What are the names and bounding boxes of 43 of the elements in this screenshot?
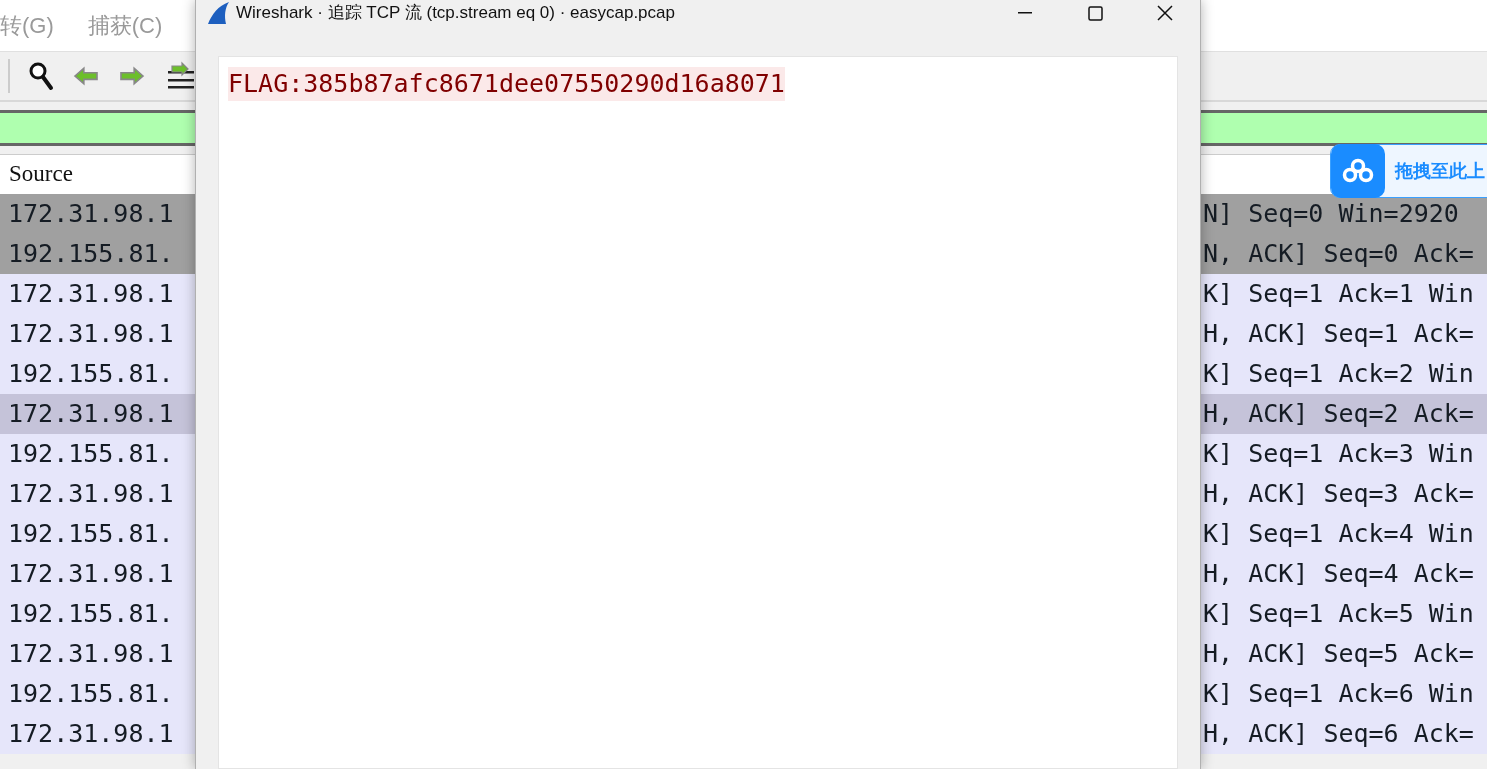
source-cell-text: 172.31.98.1 — [7, 318, 175, 351]
source-cell-text: 172.31.98.1 — [7, 398, 175, 431]
source-cell-text: 172.31.98.1 — [7, 718, 175, 751]
info-cell-text: N, ACK] Seq=0 Ack= — [1202, 238, 1475, 271]
column-header[interactable]: Source — [9, 157, 73, 192]
maximize-icon — [1087, 5, 1103, 21]
upload-widget[interactable]: 拖拽至此上 — [1330, 144, 1487, 198]
info-cell-text: K] Seq=1 Ack=2 Win — [1202, 358, 1475, 391]
info-cell-text: H, ACK] Seq=4 Ack= — [1202, 558, 1475, 591]
stream-text: FLAG:385b87afc8671dee07550290d16a8071 — [228, 67, 785, 101]
info-cell-text: H, ACK] Seq=6 Ack= — [1202, 718, 1475, 751]
source-cell-text: 172.31.98.1 — [7, 478, 175, 511]
info-cell-text: K] Seq=1 Ack=3 Win — [1202, 438, 1475, 471]
upload-label: 拖拽至此上 — [1395, 159, 1485, 183]
info-cell-text: H, ACK] Seq=5 Ack= — [1202, 638, 1475, 671]
close-icon — [1157, 5, 1173, 21]
source-cell-text: 192.155.81. — [7, 358, 175, 391]
source-cell-text: 192.155.81. — [7, 238, 175, 271]
info-cell-text: K] Seq=1 Ack=5 Win — [1202, 598, 1475, 631]
info-cell-text: K] Seq=1 Ack=1 Win — [1202, 278, 1475, 311]
info-cell-text: H, ACK] Seq=3 Ack= — [1202, 478, 1475, 511]
source-cell-text: 192.155.81. — [7, 438, 175, 471]
source-cell-text: 172.31.98.1 — [7, 558, 175, 591]
stream-text-area[interactable]: FLAG:385b87afc8671dee07550290d16a8071 — [218, 56, 1178, 769]
source-cell-text: 172.31.98.1 — [7, 198, 175, 231]
source-cell-text: 172.31.98.1 — [7, 638, 175, 671]
source-cell-text: 172.31.98.1 — [7, 278, 175, 311]
right-arrow-icon[interactable] — [118, 65, 146, 87]
menu-item[interactable]: 转(G) — [0, 9, 54, 42]
info-cell-text: H, ACK] Seq=2 Ack= — [1202, 398, 1475, 431]
source-cell-text: 192.155.81. — [7, 598, 175, 631]
info-cell-text: K] Seq=1 Ack=4 Win — [1202, 518, 1475, 551]
info-cell-text: N] Seq=0 Win=2920 — [1202, 198, 1460, 231]
source-cell-text: 192.155.81. — [7, 518, 175, 551]
info-cell-text: K] Seq=1 Ack=6 Win — [1202, 678, 1475, 711]
minimize-icon — [1018, 12, 1032, 14]
left-arrow-icon[interactable] — [72, 65, 100, 87]
magnifier-icon[interactable] — [28, 61, 54, 91]
info-cell-text: H, ACK] Seq=1 Ack= — [1202, 318, 1475, 351]
window-title: Wireshark · 追踪 TCP 流 (tcp.stream eq 0) · easycap.pcap — [236, 2, 675, 25]
source-cell-text: 192.155.81. — [7, 678, 175, 711]
menu-item[interactable]: 捕获(C) — [87, 9, 163, 42]
shark-fin-icon — [206, 2, 230, 24]
